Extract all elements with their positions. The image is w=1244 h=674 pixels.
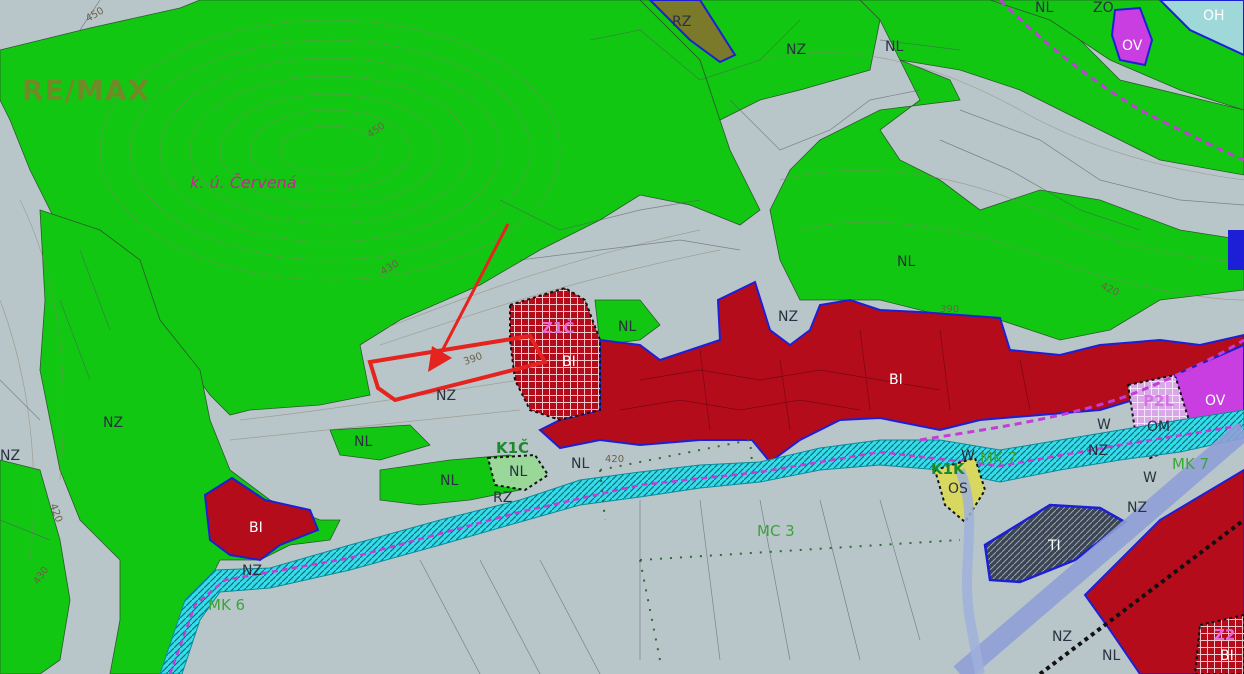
label-nz-right: NZ	[1088, 443, 1108, 459]
place-label: k. ú. Červená	[190, 173, 297, 192]
label-om: OM	[1147, 419, 1170, 435]
label-os: OS	[948, 481, 968, 497]
label-ov-top: OV	[1122, 38, 1143, 54]
label-zo: ZO	[1093, 0, 1114, 16]
label-ti: TI	[1047, 538, 1061, 554]
label-nl-road: NL	[571, 456, 589, 472]
zone-blue-edge	[1228, 230, 1244, 270]
code-k1c: K1Č	[496, 438, 529, 457]
road-mk6: MK 6	[208, 596, 245, 614]
label-ov-right: OV	[1205, 393, 1226, 409]
label-rz-lower: RZ	[493, 490, 512, 506]
label-bi-z1c: BI	[562, 354, 576, 370]
label-nl-lower: NL	[440, 473, 458, 489]
label-nl-top: NL	[885, 39, 903, 55]
code-k1k: K1K	[931, 460, 966, 478]
label-w-2: W	[1143, 470, 1157, 486]
label-nz-lower-left: NZ	[242, 563, 262, 579]
label-nl-k1c: NL	[509, 464, 527, 480]
land-use-map[interactable]: RE/MAX k. ú. Červená 450 430 420 420 390…	[0, 0, 1244, 674]
label-nl-small: NL	[618, 319, 636, 335]
code-z1c: Z1Č	[542, 318, 574, 337]
label-nz-bottom: NZ	[1052, 629, 1072, 645]
road-mk7a: MK 7	[980, 449, 1017, 467]
label-bi-bottom: BI	[1220, 648, 1234, 664]
label-oh: OH	[1203, 8, 1225, 24]
watermark: RE/MAX	[22, 74, 150, 107]
label-nz-right-2: NZ	[1127, 500, 1147, 516]
road-mc3: MC 3	[757, 522, 795, 540]
label-nz-far-left: NZ	[0, 448, 20, 464]
label-nz-plot: NZ	[436, 388, 456, 404]
contour-label: 390	[940, 304, 959, 315]
label-bi-main: BI	[889, 372, 903, 388]
label-nz-center: NZ	[778, 309, 798, 325]
label-nl-bottom: NL	[1102, 648, 1120, 664]
label-bi-left: BI	[249, 520, 263, 536]
contour-label: 420	[605, 454, 624, 465]
label-nl: NL	[1035, 0, 1053, 16]
label-nl-plot: NL	[354, 434, 372, 450]
road-mk7b: MK 7	[1172, 455, 1209, 473]
code-z2: Z2	[1214, 626, 1235, 644]
label-w-1: W	[1097, 417, 1111, 433]
code-p2l: P2L	[1143, 392, 1174, 410]
label-rz-top: RZ	[672, 14, 691, 30]
label-nl-mid: NL	[897, 254, 915, 270]
label-nz-top: NZ	[786, 42, 806, 58]
label-nz-left: NZ	[103, 415, 123, 431]
zone-z2	[1193, 613, 1244, 674]
